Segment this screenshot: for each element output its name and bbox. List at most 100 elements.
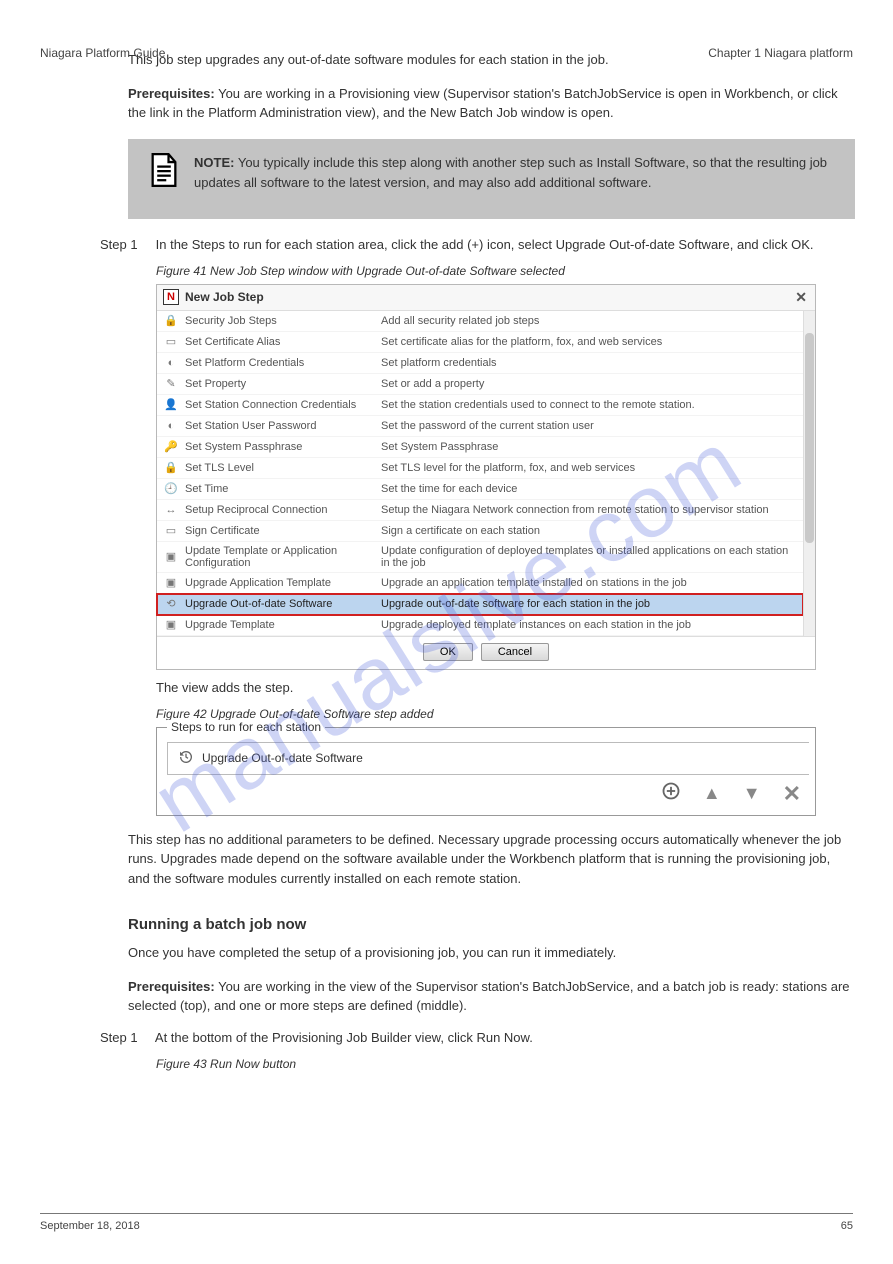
figure-43-caption: Figure 43 Run Now button <box>156 1057 855 1071</box>
running-batch-prereq: Prerequisites: You are working in the vi… <box>128 977 855 1016</box>
post-figure-paragraph: This step has no additional parameters t… <box>128 830 855 889</box>
note-box: NOTE: You typically include this step al… <box>128 139 855 219</box>
row-icon: ◐ <box>163 419 179 433</box>
row-icon: ↔ <box>163 503 179 517</box>
row-desc: Set platform credentials <box>381 357 797 369</box>
steps-panel: Steps to run for each station Upgrade Ou… <box>156 727 816 816</box>
row-name: Security Job Steps <box>185 315 381 327</box>
note-label: NOTE: <box>194 155 234 170</box>
close-icon[interactable]: ✕ <box>795 289 807 306</box>
row-icon: 🕘 <box>163 482 179 496</box>
job-step-row[interactable]: ▭ Set Certificate AliasSet certificate al… <box>157 332 803 353</box>
row-icon: 🔑 <box>163 440 179 454</box>
job-step-row[interactable]: ↔ Setup Reciprocal ConnectionSetup the Ni… <box>157 500 803 521</box>
footer-date: September 18, 2018 <box>40 1220 140 1232</box>
added-step-text: The view adds the step. <box>156 680 855 695</box>
steps-item[interactable]: Upgrade Out-of-date Software <box>167 742 809 775</box>
row-icon: ▭ <box>163 335 179 349</box>
prereq-label: Prerequisites: <box>128 86 215 101</box>
row-desc: Set the password of the current station … <box>381 420 797 432</box>
figure-41-caption: Figure 41 New Job Step window with Upgra… <box>156 264 855 278</box>
header-right: Chapter 1 Niagara platform <box>708 46 853 60</box>
ok-button[interactable]: OK <box>423 643 473 661</box>
scrollbar[interactable] <box>803 311 815 636</box>
row-name: Set Certificate Alias <box>185 336 381 348</box>
row-name: Sign Certificate <box>185 525 381 537</box>
row-desc: Upgrade deployed template instances on e… <box>381 619 797 631</box>
step-number: Step 1 <box>128 237 152 252</box>
row-icon: ▣ <box>163 576 179 590</box>
figure-42-caption: Figure 42 Upgrade Out-of-date Software s… <box>156 707 855 721</box>
move-down-icon[interactable]: ▼ <box>743 783 761 804</box>
history-icon <box>178 749 194 768</box>
job-step-row[interactable]: ▣ Upgrade TemplateUpgrade deployed templa… <box>157 615 803 636</box>
row-icon: 🔒 <box>163 314 179 328</box>
row-desc: Upgrade an application template installe… <box>381 577 797 589</box>
job-step-row[interactable]: ◐ Set Station User PasswordSet the passwo… <box>157 416 803 437</box>
row-name: Update Template or Application Configura… <box>185 545 381 569</box>
row-name: Set Station User Password <box>185 420 381 432</box>
steps-panel-legend: Steps to run for each station <box>167 720 325 734</box>
job-step-row[interactable]: 👤Set Station Connection CredentialsSet t… <box>157 395 803 416</box>
row-icon: ▣ <box>163 550 179 564</box>
prereq-label-2: Prerequisites: <box>128 979 215 994</box>
row-icon: 🔒 <box>163 461 179 475</box>
step-number: Step 1 <box>128 1030 152 1045</box>
step-1: Step 1 In the Steps to run for each stat… <box>128 237 855 252</box>
cancel-button[interactable]: Cancel <box>481 643 549 661</box>
row-desc: Upgrade out-of-date software for each st… <box>381 598 797 610</box>
move-up-icon[interactable]: ▲ <box>703 783 721 804</box>
step-1-text: In the Steps to run for each station are… <box>156 237 814 252</box>
row-desc: Sign a certificate on each station <box>381 525 797 537</box>
job-step-row[interactable]: ▭ Sign CertificateSign a certificate on e… <box>157 521 803 542</box>
run-step-1: Step 1 At the bottom of the Provisioning… <box>128 1030 855 1045</box>
job-step-row[interactable]: ✎ Set PropertySet or add a property <box>157 374 803 395</box>
row-icon: ▭ <box>163 524 179 538</box>
job-step-row[interactable]: 🔑 Set System PassphraseSet System Passphr… <box>157 437 803 458</box>
row-name: Set System Passphrase <box>185 441 381 453</box>
scrollbar-thumb[interactable] <box>805 333 814 543</box>
row-name: Set Platform Credentials <box>185 357 381 369</box>
prereq-paragraph: Prerequisites: You are working in a Prov… <box>128 84 855 123</box>
running-batch-intro: Once you have completed the setup of a p… <box>128 943 855 963</box>
row-name: Upgrade Template <box>185 619 381 631</box>
row-name: Set Property <box>185 378 381 390</box>
job-step-row[interactable]: 🔒 Security Job StepsAdd all security rela… <box>157 311 803 332</box>
prereq-text-2: You are working in the view of the Super… <box>128 979 850 1014</box>
row-icon: 👤 <box>163 398 179 412</box>
row-desc: Set certificate alias for the platform, … <box>381 336 797 348</box>
row-name: Upgrade Application Template <box>185 577 381 589</box>
job-step-row[interactable]: ◐ Set Platform CredentialsSet platform cr… <box>157 353 803 374</box>
job-step-row[interactable]: ▣ Update Template or Application Configur… <box>157 542 803 573</box>
niagara-logo-icon: N <box>163 289 179 305</box>
footer-page: 65 <box>841 1220 853 1232</box>
row-desc: Update configuration of deployed templat… <box>381 545 797 569</box>
row-name: Upgrade Out-of-date Software <box>185 598 381 610</box>
row-desc: Set System Passphrase <box>381 441 797 453</box>
row-icon: ◐ <box>163 356 179 370</box>
row-desc: Set the time for each device <box>381 483 797 495</box>
row-name: Set Station Connection Credentials <box>185 399 381 411</box>
document-icon <box>150 153 178 187</box>
running-batch-heading: Running a batch job now <box>128 916 855 933</box>
job-step-row[interactable]: 🔒Set TLS LevelSet TLS level for the plat… <box>157 458 803 479</box>
row-icon: ▣ <box>163 618 179 632</box>
row-desc: Set or add a property <box>381 378 797 390</box>
row-desc: Setup the Niagara Network connection fro… <box>381 504 797 516</box>
row-name: Set TLS Level <box>185 462 381 474</box>
header-left: Niagara Platform Guide <box>40 46 165 60</box>
job-step-list[interactable]: 🔒 Security Job StepsAdd all security rela… <box>157 311 803 636</box>
row-icon: ⟲ <box>163 597 179 611</box>
row-desc: Add all security related job steps <box>381 315 797 327</box>
job-step-row[interactable]: ⟲ Upgrade Out-of-date SoftwareUpgrade out… <box>157 594 803 615</box>
job-step-row[interactable]: 🕘Set TimeSet the time for each device <box>157 479 803 500</box>
page-footer: September 18, 2018 65 <box>40 1213 853 1232</box>
job-step-row[interactable]: ▣ Upgrade Application TemplateUpgrade an … <box>157 573 803 594</box>
new-job-step-dialog: N New Job Step ✕ 🔒Security Job StepsAdd … <box>156 284 816 670</box>
row-icon: ✎ <box>163 377 179 391</box>
row-name: Setup Reciprocal Connection <box>185 504 381 516</box>
note-text: You typically include this step along wi… <box>194 155 827 190</box>
remove-icon[interactable]: ✕ <box>783 781 801 807</box>
run-step-1-text: At the bottom of the Provisioning Job Bu… <box>155 1030 533 1045</box>
add-icon[interactable] <box>661 781 681 806</box>
